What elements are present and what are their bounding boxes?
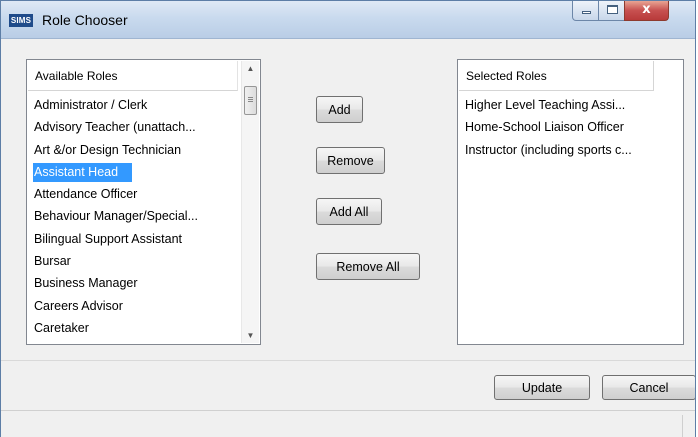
selected-roles-list[interactable]: Selected Roles Higher Level Teaching Ass… [457,59,684,345]
list-item[interactable]: Bilingual Support Assistant [28,228,198,250]
list-item-label: Attendance Officer [34,187,138,202]
selected-roles-header-label: Selected Roles [466,69,547,83]
list-item-label: Caretaker [34,320,89,335]
cancel-button[interactable]: Cancel [602,375,695,400]
window-title: Role Chooser [42,12,128,28]
minimize-icon [582,11,591,14]
maximize-button[interactable] [598,1,625,21]
close-icon: x [642,2,651,17]
selected-roles-header[interactable]: Selected Roles [459,61,654,91]
grip-line [248,97,253,98]
list-item[interactable]: Attendance Officer [28,183,198,205]
list-item-label: Bursar [34,254,71,269]
list-item-label: Instructor (including sports c... [465,142,632,157]
selected-roles-items: Higher Level Teaching Assi... Home-School… [459,94,632,161]
scroll-down-arrow-icon[interactable]: ▼ [242,331,259,340]
list-item[interactable]: Childcare Officer [28,339,198,344]
available-roles-items: Administrator / Clerk Advisory Teacher (u… [28,94,198,344]
list-item[interactable]: Behaviour Manager/Special... [28,205,198,227]
add-button[interactable]: Add [316,96,363,123]
list-item-label: Advisory Teacher (unattach... [34,120,196,135]
scroll-up-arrow-icon[interactable]: ▲ [242,64,259,73]
title-bar[interactable]: SIMS Role Chooser x [1,1,695,39]
list-item[interactable]: Higher Level Teaching Assi... [459,94,632,116]
list-item-label: Art &/or Design Technician [34,142,182,157]
status-bar [1,410,695,437]
update-button[interactable]: Update [494,375,590,400]
list-item[interactable]: Business Manager [28,272,198,294]
footer-separator [1,360,695,361]
list-item[interactable]: Caretaker [28,317,198,339]
list-item[interactable]: Assistant Head [28,161,198,183]
list-item[interactable]: Advisory Teacher (unattach... [28,116,198,138]
list-item-label: Assistant Head [33,162,133,182]
list-item[interactable]: Art &/or Design Technician [28,139,198,161]
list-item-label: Administrator / Clerk [34,98,148,112]
list-item[interactable]: Careers Advisor [28,295,198,317]
sims-app-icon: SIMS [9,14,33,27]
list-item-label: Business Manager [34,276,138,291]
remove-button[interactable]: Remove [316,147,385,174]
list-item[interactable]: Administrator / Clerk [28,94,198,116]
list-item[interactable]: Home-School Liaison Officer [459,116,632,138]
available-roles-header-label: Available Roles [35,69,118,83]
available-roles-list[interactable]: Available Roles Administrator / Clerk Adv… [26,59,261,345]
list-item-label: Higher Level Teaching Assi... [465,98,626,112]
maximize-icon [607,5,618,14]
available-roles-header[interactable]: Available Roles [28,61,238,91]
list-item-label: Careers Advisor [34,298,123,313]
remove-all-button[interactable]: Remove All [316,253,420,280]
list-item[interactable]: Instructor (including sports c... [459,139,632,161]
list-item-label: Home-School Liaison Officer [465,120,624,135]
role-chooser-window: SIMS Role Chooser x Available Roles Admi… [0,0,696,437]
list-item-label: Childcare Officer [34,343,127,344]
list-item[interactable]: Bursar [28,250,198,272]
minimize-button[interactable] [572,1,599,21]
close-button[interactable]: x [624,1,669,21]
status-bar-divider [682,415,683,437]
list-item-label: Bilingual Support Assistant [34,231,183,246]
list-item-label: Behaviour Manager/Special... [34,209,198,224]
scrollbar-thumb[interactable] [244,86,257,115]
grip-line [248,101,253,102]
grip-line [248,99,253,100]
add-all-button[interactable]: Add All [316,198,382,225]
available-roles-scrollbar[interactable]: ▲ ▼ [241,61,259,343]
